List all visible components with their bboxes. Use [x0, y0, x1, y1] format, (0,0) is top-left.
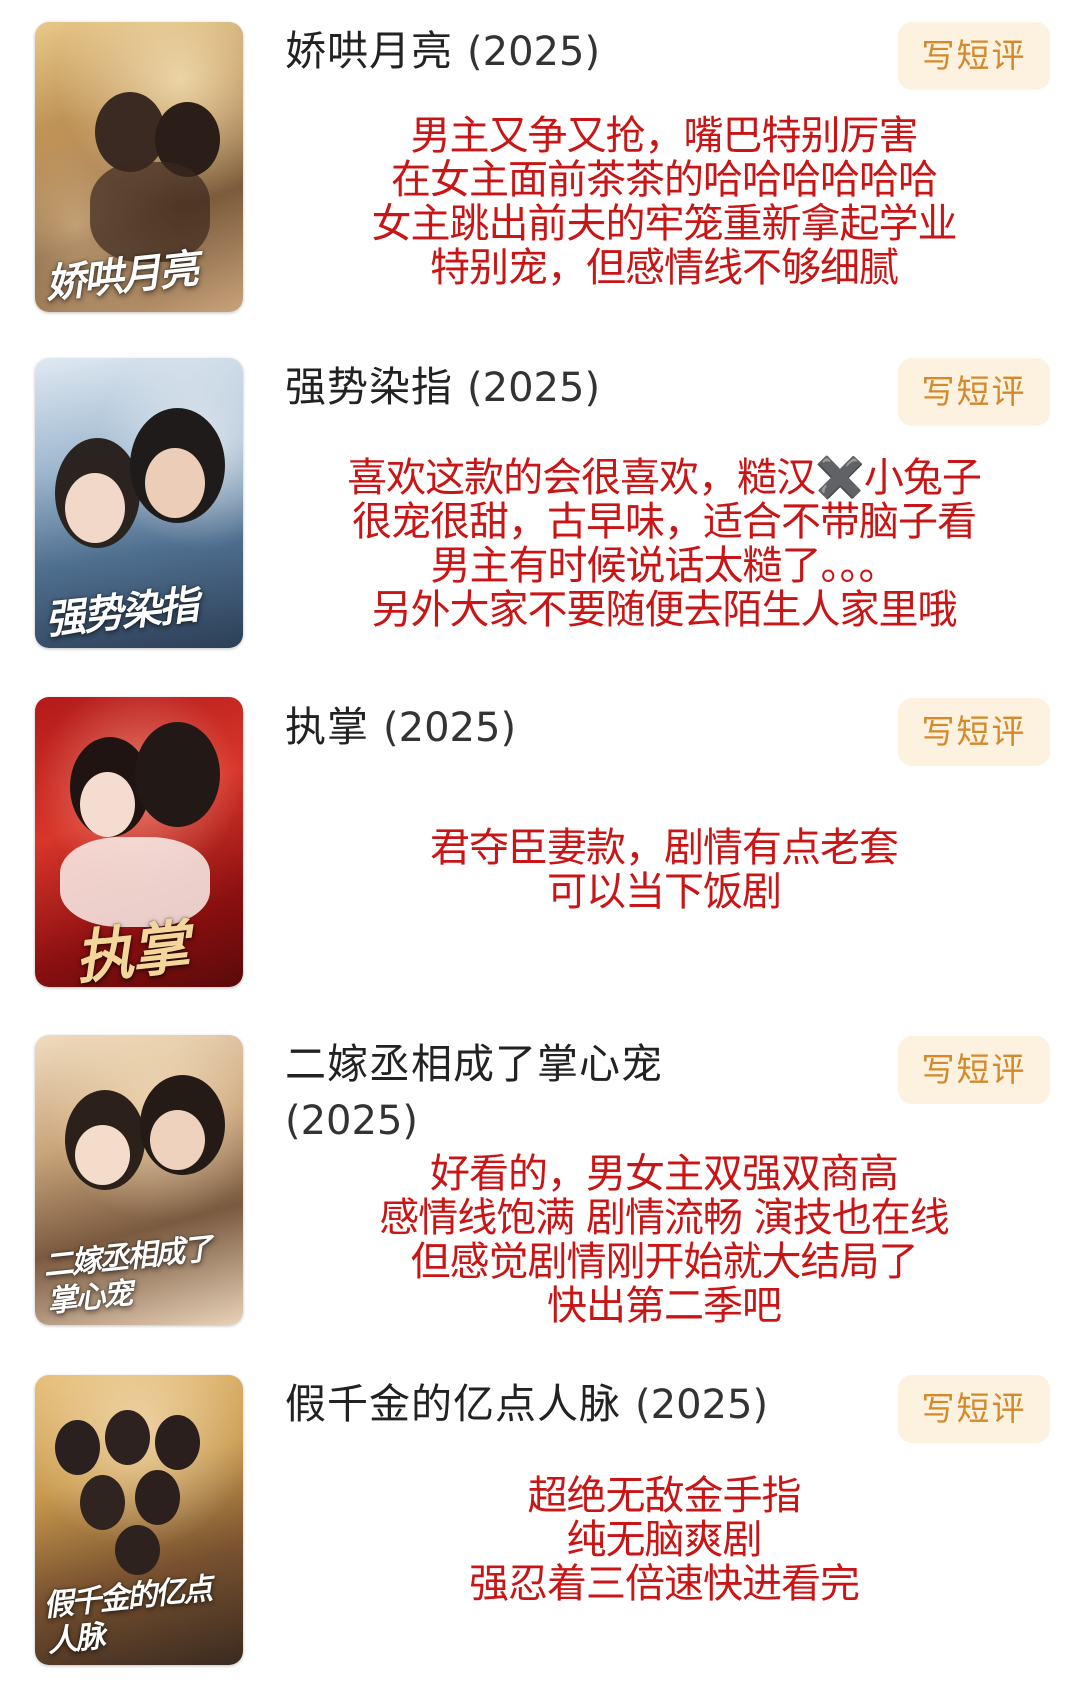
year-text: (2025) [383, 705, 517, 751]
write-review-button[interactable]: 写短评 [898, 698, 1050, 766]
drama-year: (2025) [285, 1093, 418, 1148]
write-review-button[interactable]: 写短评 [898, 1375, 1050, 1443]
title-text: 强势染指 [285, 363, 453, 411]
comment-line: 感情线饱满 剧情流畅 演技也在线 [379, 1195, 949, 1241]
comment-line: 可以当下饭剧 [547, 869, 782, 915]
year-text: (2025) [467, 29, 601, 75]
year-text: (2025) [285, 1098, 419, 1144]
comment-line: 特别宠，但感情线不够细腻 [430, 245, 899, 291]
comment-line: 君夺臣妻款，剧情有点老套 [430, 825, 899, 871]
poster-image[interactable]: 强势染指 [35, 358, 243, 648]
poster-image[interactable]: 假千金的亿点人脉 [35, 1375, 243, 1665]
review-comment: 君夺臣妻款，剧情有点老套 可以当下饭剧 [278, 826, 1050, 914]
comment-line: 超绝无敌金手指 [527, 1473, 802, 1519]
write-review-button[interactable]: 写短评 [898, 1036, 1050, 1104]
comment-line: 喜欢这款的会很喜欢，糙汉✖️小兔子 [347, 455, 982, 501]
drama-title[interactable]: 强势染指 (2025) [285, 360, 600, 415]
comment-line: 但感觉剧情刚开始就大结局了 [410, 1239, 919, 1285]
year-text: (2025) [635, 1382, 769, 1428]
review-comment: 喜欢这款的会很喜欢，糙汉✖️小兔子 很宠很甜，古早味，适合不带脑子看 男主有时候… [278, 456, 1050, 632]
drama-title[interactable]: 假千金的亿点人脉 (2025) [285, 1377, 768, 1432]
year-text: (2025) [467, 365, 601, 411]
write-review-button[interactable]: 写短评 [898, 358, 1050, 426]
drama-title[interactable]: 娇哄月亮 (2025) [285, 24, 600, 79]
title-text: 执掌 [285, 703, 369, 751]
title-text: 二嫁丞相成了掌心宠 [285, 1040, 663, 1088]
comment-line: 纯无脑爽剧 [566, 1517, 763, 1563]
comment-line: 男主又争又抢，嘴巴特别厉害 [410, 113, 919, 159]
poster-image[interactable]: 执掌 [35, 697, 243, 987]
comment-line: 强忍着三倍速快进看完 [469, 1561, 860, 1607]
title-text: 假千金的亿点人脉 [285, 1380, 621, 1428]
poster-image[interactable]: 娇哄月亮 [35, 22, 243, 312]
review-comment: 超绝无敌金手指 纯无脑爽剧 强忍着三倍速快进看完 [278, 1474, 1050, 1606]
comment-line: 很宠很甜，古早味，适合不带脑子看 [352, 499, 977, 545]
poster-image[interactable]: 二嫁丞相成了掌心宠 [35, 1035, 243, 1325]
review-comment: 男主又争又抢，嘴巴特别厉害 在女主面前茶茶的哈哈哈哈哈哈 女主跳出前夫的牢笼重新… [278, 114, 1050, 290]
comment-line: 在女主面前茶茶的哈哈哈哈哈哈 [391, 157, 938, 203]
comment-line: 另外大家不要随便去陌生人家里哦 [371, 587, 958, 633]
review-comment: 好看的，男女主双强双商高 感情线饱满 剧情流畅 演技也在线 但感觉剧情刚开始就大… [278, 1152, 1050, 1328]
comment-line: 男主有时候说话太糙了。。。 [430, 543, 899, 589]
drama-title[interactable]: 二嫁丞相成了掌心宠 [285, 1037, 663, 1091]
write-review-button[interactable]: 写短评 [898, 22, 1050, 90]
comment-line: 女主跳出前夫的牢笼重新拿起学业 [371, 201, 958, 247]
drama-title[interactable]: 执掌 (2025) [285, 700, 516, 755]
comment-line: 快出第二季吧 [547, 1283, 782, 1329]
title-text: 娇哄月亮 [285, 27, 453, 75]
comment-line: 好看的，男女主双强双商高 [430, 1151, 899, 1197]
